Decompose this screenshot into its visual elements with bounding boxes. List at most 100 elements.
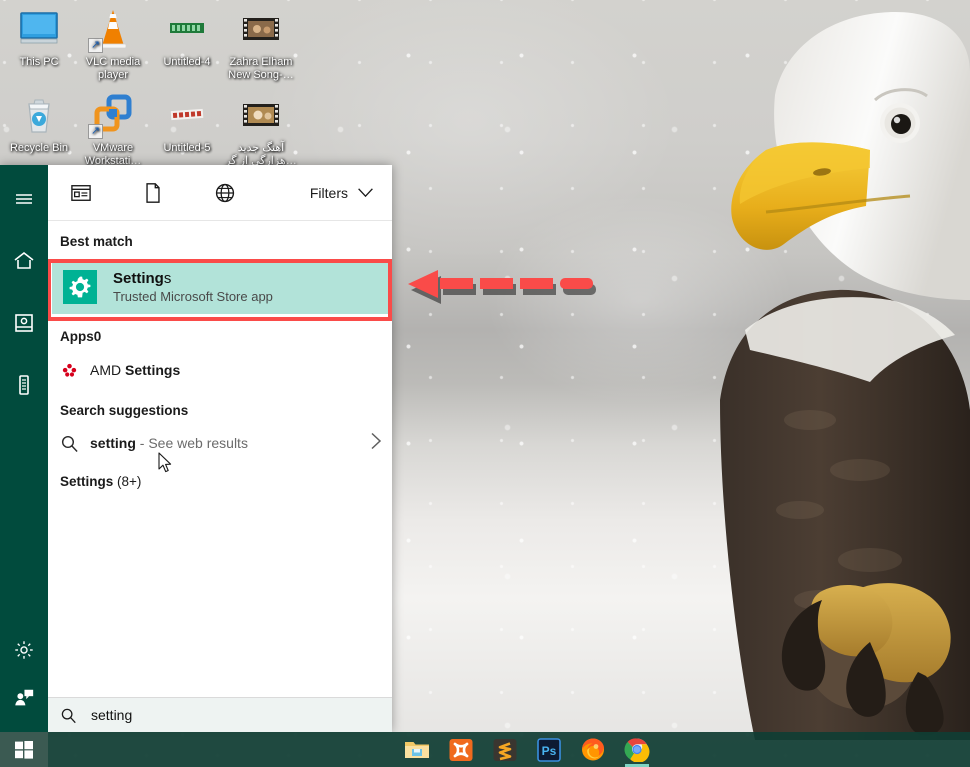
gear-tile-icon [63, 270, 97, 304]
recycle-bin-icon [16, 92, 62, 138]
taskbar: Ps [0, 732, 970, 767]
desktop-icon-ahang-jadid[interactable]: آهنگ جدید هزارگی از گر… [224, 92, 298, 167]
filters-label: Filters [310, 185, 348, 201]
desktop-icon-label: Zahra Elham New Song-… [224, 56, 298, 81]
search-input-bar[interactable]: setting [48, 697, 392, 732]
shortcut-overlay-icon: ↗ [88, 124, 103, 139]
search-left-rail [0, 165, 48, 732]
desktop-icon-label: Untitled-4 [150, 56, 224, 69]
desktop-icon-label: This PC [2, 56, 76, 69]
best-match-title-rest: s [164, 270, 172, 287]
video-file-icon [238, 6, 284, 52]
settings-group-count: (8+) [113, 474, 141, 489]
image-file-icon [164, 6, 210, 52]
web-suggestion-suffix: - See web results [136, 435, 248, 451]
chevron-down-icon [357, 187, 374, 198]
desktop-icon-label: Recycle Bin [2, 142, 76, 155]
sidebar-item-settings[interactable] [0, 626, 48, 674]
desktop-icon-this-pc[interactable]: This PC [2, 6, 76, 69]
desktop-icon-label: VLC media player [76, 56, 150, 81]
apps-heading: Apps0 [48, 318, 392, 351]
settings-group-heading: Settings (8+) [48, 461, 392, 496]
document-box-icon [13, 312, 35, 334]
document-icon [143, 182, 163, 204]
desktop-icon-label: آهنگ جدید هزارگی از گر… [224, 142, 298, 167]
desktop-icon-vmware[interactable]: ↗ VMware Workstati… [76, 92, 150, 167]
folder-icon [404, 738, 430, 762]
apps-window-icon [70, 183, 92, 203]
chrome-icon [624, 737, 650, 762]
desktop: This PC ↗ VLC media player U [0, 0, 970, 767]
taskbar-item-xampp[interactable] [446, 735, 476, 765]
desktop-icon-untitled-5[interactable]: Untitled-5 [150, 92, 224, 155]
red-dashed-arrow [408, 268, 608, 312]
photoshop-icon: Ps [536, 738, 562, 762]
list-icon [13, 374, 35, 396]
amd-icon [60, 361, 90, 380]
start-button[interactable] [0, 732, 48, 767]
best-match-title-strong: Setting [113, 270, 164, 287]
tab-all-results[interactable] [58, 170, 104, 216]
amd-label-regular: AMD [90, 362, 125, 378]
monitor-icon [16, 6, 62, 52]
xampp-icon [448, 738, 474, 762]
taskbar-apps: Ps [392, 735, 652, 765]
filters-button[interactable]: Filters [300, 179, 378, 207]
best-match-text: Settings Trusted Microsoft Store app [113, 270, 273, 305]
amd-settings-label: AMD Settings [90, 362, 180, 378]
best-match-subtitle: Trusted Microsoft Store app [113, 288, 273, 305]
sidebar-item-hamburger-menu[interactable] [0, 175, 48, 223]
taskbar-item-firefox[interactable] [578, 735, 608, 765]
search-icon [60, 434, 90, 453]
mouse-cursor [158, 452, 173, 479]
taskbar-spacer [48, 732, 392, 767]
desktop-icon-label: VMware Workstati… [76, 142, 150, 167]
taskbar-item-sublime-text[interactable] [490, 735, 520, 765]
desktop-icon-vlc[interactable]: ↗ VLC media player [76, 6, 150, 81]
tab-web[interactable] [202, 170, 248, 216]
search-results-panel: Filters Best match [48, 165, 392, 732]
result-item-web-suggestion[interactable]: setting - See web results [48, 425, 392, 461]
desktop-icon-recycle-bin[interactable]: Recycle Bin [2, 92, 76, 155]
video-file-icon [238, 92, 284, 138]
gear-icon [13, 639, 35, 661]
settings-group-strong: Settings [60, 474, 113, 489]
vmware-icon: ↗ [90, 92, 136, 138]
sidebar-item-home[interactable] [0, 237, 48, 285]
globe-icon [214, 182, 236, 204]
sidebar-item-feedback[interactable] [0, 674, 48, 722]
svg-text:Ps: Ps [542, 744, 557, 758]
tab-documents[interactable] [130, 170, 176, 216]
windows-logo-icon [15, 741, 33, 759]
chevron-right-icon[interactable] [370, 432, 382, 455]
result-item-settings[interactable]: Settings Trusted Microsoft Store app [52, 260, 388, 314]
search-input-value[interactable]: setting [91, 707, 132, 723]
taskbar-item-photoshop[interactable]: Ps [534, 735, 564, 765]
sidebar-item-documents[interactable] [0, 299, 48, 347]
desktop-icon-untitled-4[interactable]: Untitled-4 [150, 6, 224, 69]
hamburger-icon [14, 189, 34, 209]
web-suggestion-label: setting - See web results [90, 435, 248, 451]
search-toolbar: Filters [48, 165, 392, 221]
best-match-title: Settings [113, 270, 273, 288]
search-flyout: Filters Best match [0, 165, 392, 732]
taskbar-item-file-explorer[interactable] [402, 735, 432, 765]
desktop-icon-label: Untitled-5 [150, 142, 224, 155]
home-icon [13, 250, 35, 272]
result-item-amd-settings[interactable]: AMD Settings [48, 351, 392, 389]
sidebar-item-apps-list[interactable] [0, 361, 48, 409]
feedback-icon [13, 687, 35, 709]
desktop-icon-zahra-elham[interactable]: Zahra Elham New Song-… [224, 6, 298, 81]
traffic-cone-icon: ↗ [90, 6, 136, 52]
search-icon [60, 707, 77, 724]
results-list: Best match Settings Trusted Microsoft [48, 221, 392, 732]
firefox-icon [580, 737, 606, 762]
taskbar-item-chrome[interactable] [622, 735, 652, 765]
best-match-container: Settings Trusted Microsoft Store app [48, 260, 392, 314]
sublime-icon [492, 738, 518, 762]
image-file-icon [164, 92, 210, 138]
best-match-heading: Best match [48, 221, 392, 256]
eagle-wallpaper-subject [570, 0, 970, 740]
search-suggestions-heading: Search suggestions [48, 389, 392, 425]
amd-label-strong: Settings [125, 362, 180, 378]
